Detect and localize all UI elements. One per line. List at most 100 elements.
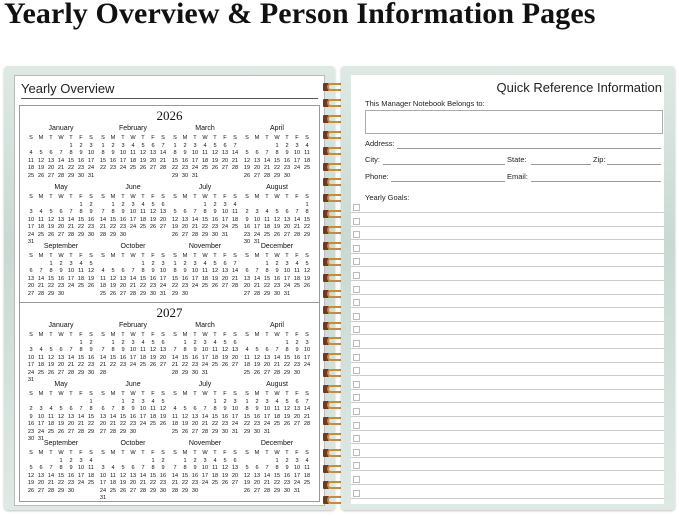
day-number: 2: [193, 339, 197, 346]
day-number: 12: [273, 216, 281, 223]
state-field[interactable]: [531, 164, 591, 165]
weekday-letter: S: [101, 135, 105, 141]
empty-day: [36, 261, 46, 269]
goal-line[interactable]: [351, 402, 664, 404]
goal-line[interactable]: [351, 497, 664, 499]
day-number: 25: [27, 172, 35, 179]
goal-checkbox[interactable]: [353, 272, 360, 279]
day-number: 10: [221, 209, 229, 215]
goal-checkbox[interactable]: [353, 285, 360, 293]
day-number: 16: [77, 157, 85, 164]
month-day-grid: S M T W T F S 1 2 3 4 5 6 7 8 9 10 11 12 13 14 15 16 17 18 19 20 21…: [26, 253, 96, 298]
goal-line[interactable]: [351, 416, 664, 417]
day-number: 14: [129, 275, 137, 282]
goal-line[interactable]: [351, 348, 664, 349]
weekday-letter: T: [193, 194, 197, 200]
goal-line[interactable]: [351, 239, 664, 241]
day-number: 12: [243, 472, 251, 479]
day-number: 9: [275, 268, 279, 274]
address-field[interactable]: [397, 148, 661, 149]
goal-checkbox[interactable]: [353, 217, 360, 225]
goal-checkbox[interactable]: [353, 394, 360, 402]
goal-line[interactable]: [351, 320, 664, 322]
day-number: 19: [283, 413, 291, 420]
goal-line[interactable]: [351, 456, 664, 458]
goal-line[interactable]: [351, 225, 664, 227]
day-number: 17: [129, 354, 137, 361]
weekday-letter: T: [121, 391, 125, 397]
day-number: 30: [283, 172, 291, 179]
goal-checkbox[interactable]: [353, 244, 360, 252]
goal-line[interactable]: [351, 361, 664, 363]
goal-line[interactable]: [351, 429, 664, 431]
weekday-letter: S: [173, 332, 177, 338]
goal-checkbox[interactable]: [353, 353, 360, 361]
goal-line[interactable]: [351, 252, 664, 254]
goal-checkbox[interactable]: [353, 340, 360, 347]
day-number: 1: [111, 201, 115, 208]
goal-checkbox[interactable]: [353, 448, 360, 456]
goal-line[interactable]: [351, 484, 664, 485]
day-number: 17: [283, 275, 291, 282]
month-calendar: December S M T W T F S 1 2 3 4 5 6 7 8 9 10 11 12 13 14 15 16 17…: [242, 243, 312, 298]
goal-checkbox[interactable]: [353, 462, 360, 470]
email-field[interactable]: [531, 181, 661, 182]
empty-day: [36, 399, 46, 407]
day-number: 10: [293, 150, 301, 156]
day-number: 30: [67, 487, 75, 494]
day-number: 25: [171, 428, 179, 435]
goal-checkbox[interactable]: [353, 476, 360, 483]
goal-checkbox[interactable]: [353, 421, 360, 429]
day-number: 23: [119, 224, 127, 230]
empty-day: [56, 340, 66, 348]
day-number: 14: [263, 472, 271, 479]
goal-checkbox[interactable]: [353, 489, 360, 497]
city-field[interactable]: [383, 164, 505, 165]
day-number: 3: [255, 209, 259, 215]
phone-field[interactable]: [391, 181, 505, 182]
day-number: 16: [181, 157, 189, 164]
goal-line[interactable]: [351, 212, 664, 213]
weekday-letter: F: [295, 253, 299, 259]
day-number: 27: [67, 428, 75, 435]
goal-checkbox[interactable]: [353, 258, 360, 266]
day-number: 7: [131, 268, 135, 274]
yearly-overview-sheet: Yearly Overview 2026 January S M T W T F S 1 2 3 4 5…: [14, 75, 325, 506]
day-number: 26: [27, 487, 35, 494]
zip-field[interactable]: [607, 164, 661, 165]
owner-name-field[interactable]: [365, 110, 663, 134]
goal-checkbox[interactable]: [353, 408, 360, 415]
goal-checkbox[interactable]: [353, 204, 360, 211]
weekday-letter: M: [254, 253, 260, 259]
goal-line[interactable]: [351, 388, 664, 390]
goal-checkbox[interactable]: [353, 435, 360, 443]
goal-line[interactable]: [351, 470, 664, 472]
day-number: 10: [191, 150, 199, 156]
goal-line[interactable]: [351, 280, 664, 281]
day-number: 7: [161, 142, 165, 149]
goal-checkbox[interactable]: [353, 312, 360, 320]
goal-line[interactable]: [351, 307, 664, 309]
goal-line[interactable]: [351, 375, 664, 377]
goal-line[interactable]: [351, 443, 664, 445]
goal-line[interactable]: [351, 266, 664, 268]
weekday-letter: T: [121, 332, 125, 338]
day-number: 27: [181, 231, 189, 238]
day-number: 2: [285, 457, 289, 464]
day-number: 16: [243, 224, 251, 230]
goal-checkbox[interactable]: [353, 380, 360, 388]
empty-day: [26, 202, 36, 210]
day-number: 5: [29, 465, 33, 471]
weekday-letter: W: [58, 253, 64, 259]
goal-checkbox[interactable]: [353, 326, 360, 334]
day-number: 2: [275, 260, 279, 267]
goal-checkbox[interactable]: [353, 299, 360, 307]
goal-checkbox[interactable]: [353, 367, 360, 375]
day-number: 12: [221, 347, 229, 353]
goal-line[interactable]: [351, 293, 664, 295]
goal-line[interactable]: [351, 334, 664, 336]
empty-day: [118, 261, 128, 269]
day-number: 8: [111, 209, 115, 215]
goal-checkbox[interactable]: [353, 231, 360, 239]
empty-day: [46, 202, 56, 210]
